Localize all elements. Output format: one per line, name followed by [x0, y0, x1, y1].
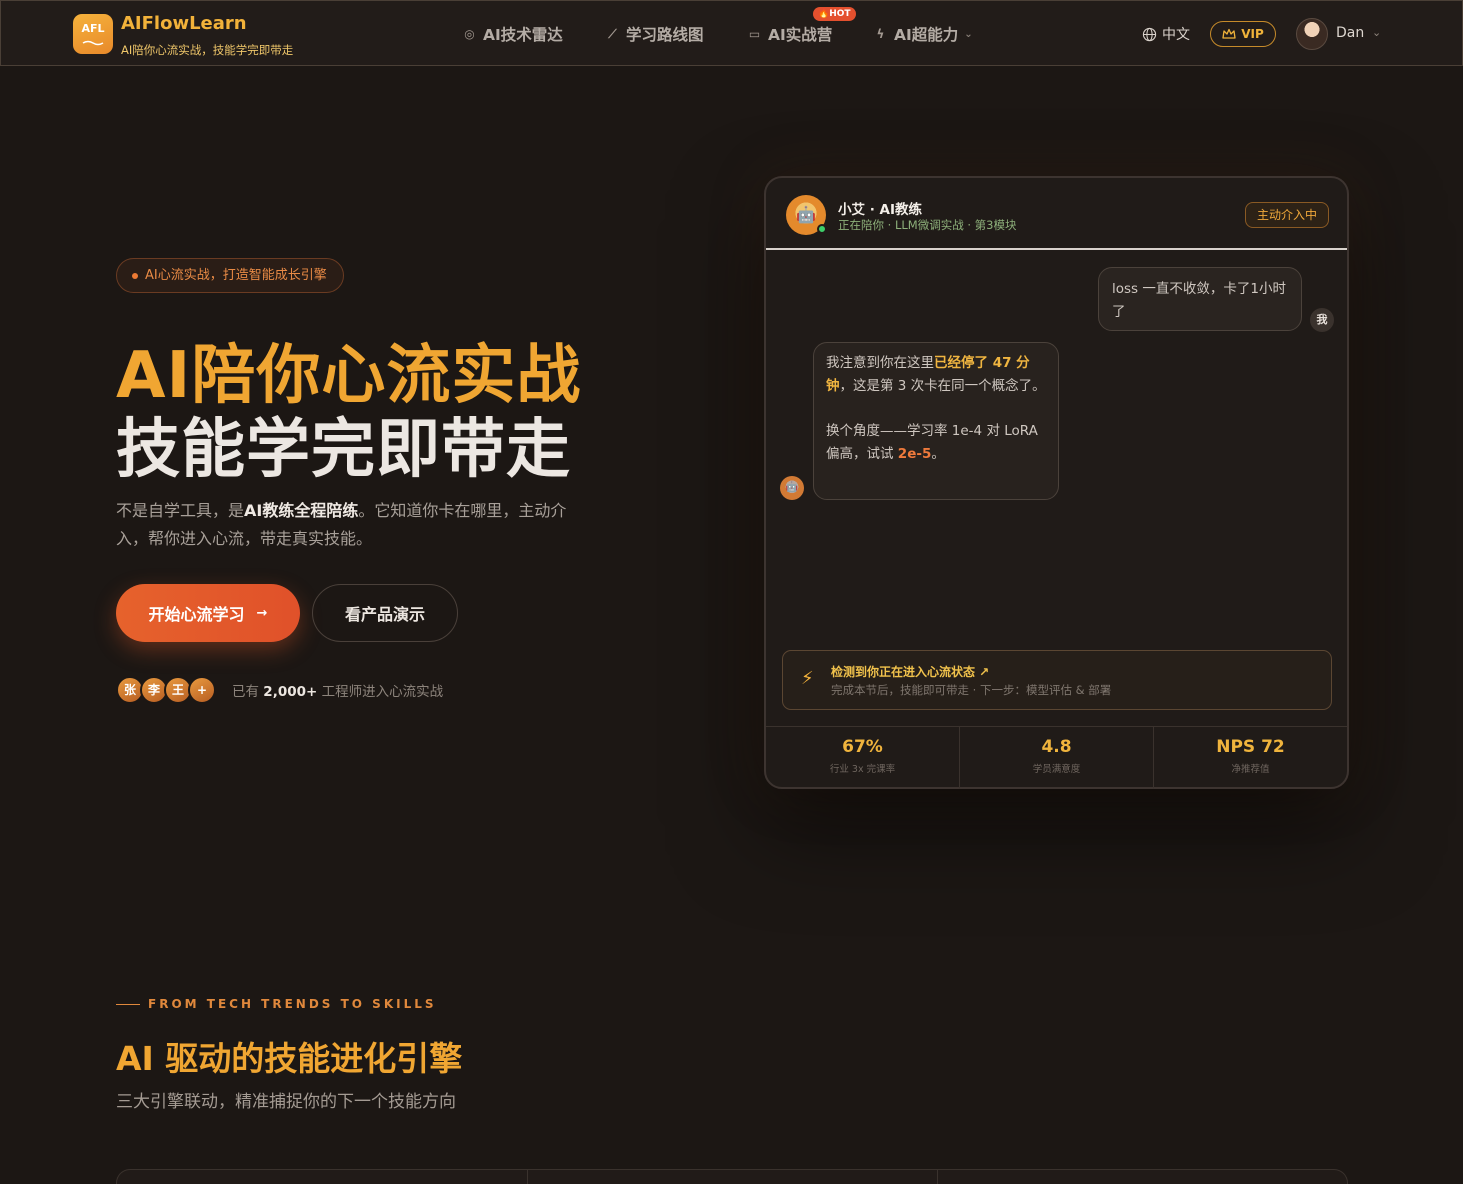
- flow-notice-title: 检测到你正在进入心流状态 ↗: [831, 665, 990, 679]
- logo-wave-icon: [82, 40, 104, 46]
- card-divider: [937, 1170, 938, 1184]
- nav-item-label: 学习路线图: [626, 26, 704, 44]
- online-status-dot: [817, 224, 827, 234]
- bot-msg-text: 。: [931, 446, 945, 462]
- product-demo-button[interactable]: 看产品演示: [312, 584, 458, 642]
- eyebrow-text: FROM TECH TRENDS TO SKILLS: [148, 997, 437, 1011]
- brand-logo[interactable]: AFL: [73, 14, 113, 54]
- hero-description: 不是自学工具，是AI教练全程陪练。它知道你卡在哪里，主动介入，帮你进入心流，带走…: [116, 497, 576, 553]
- flow-notice-subtitle: 完成本节后，技能即可带走 · 下一步：模型评估 & 部署: [831, 683, 1112, 697]
- stats-row: 67% 行业 3x 完课率 4.8 学员满意度 NPS 72 净推荐值: [766, 726, 1347, 789]
- bot-status: 正在陪你 · LLM微调实战 · 第3模块: [838, 218, 1017, 232]
- nav-item-label: AI实战营: [768, 26, 833, 44]
- nav-item-label: AI超能力: [894, 26, 959, 44]
- brand-name[interactable]: AIFlowLearn: [121, 13, 247, 34]
- stat-label: 学员满意度: [1032, 764, 1081, 775]
- nav-item-tech-radar[interactable]: ◎ AI技术雷达: [462, 23, 563, 45]
- lightning-icon: ϟ: [876, 26, 885, 41]
- engine-cards-container: [116, 1169, 1348, 1184]
- stat-nps: NPS 72 净推荐值: [1154, 727, 1347, 789]
- radar-icon: ◎: [464, 26, 475, 41]
- stairs-icon: ⟋: [608, 26, 617, 41]
- start-learning-label: 开始心流学习: [148, 605, 245, 624]
- bot-msg-text: 我注意到你在这里: [826, 355, 934, 371]
- avatar: +: [188, 676, 216, 704]
- globe-icon: [1142, 27, 1157, 41]
- user-avatar[interactable]: [1296, 18, 1328, 50]
- hero-desc-prefix: 不是自学工具，是: [116, 501, 245, 520]
- top-navigation-bar: AFL AIFlowLearn AI陪你心流实战，技能学完即带走 ◎ AI技术雷…: [0, 0, 1463, 66]
- bot-name: 小艾 · AI教练: [838, 202, 922, 218]
- language-label: 中文: [1162, 27, 1190, 43]
- hero-tagline-pill: AI心流实战，打造智能成长引擎: [116, 258, 344, 293]
- card-divider: [527, 1170, 528, 1184]
- flow-state-notice[interactable]: ⚡ 检测到你正在进入心流状态 ↗ 完成本节后，技能即可带走 · 下一步：模型评估…: [782, 650, 1332, 710]
- status-badge: 主动介入中: [1245, 202, 1330, 228]
- hero-title-line-2: 技能学完即带走: [116, 413, 571, 487]
- stat-label: 行业 3x 完课率: [829, 764, 896, 775]
- section-title: AI 驱动的技能进化引擎: [116, 1039, 463, 1078]
- social-prefix: 已有: [232, 684, 259, 700]
- social-count: 2,000+: [263, 684, 318, 700]
- vip-label: VIP: [1241, 27, 1264, 41]
- hero-desc-bold: AI教练全程陪练: [244, 501, 359, 520]
- chevron-down-icon: ⌄: [964, 28, 973, 40]
- social-suffix: 工程师进入心流实战: [321, 684, 444, 700]
- user-avatar-badge: 我: [1310, 308, 1334, 332]
- nav-item-roadmap[interactable]: ⟋ 学习路线图: [605, 23, 704, 45]
- stat-value: NPS 72: [1216, 737, 1285, 757]
- user-message-bubble: loss 一直不收敛，卡了1小时了: [1098, 267, 1302, 331]
- stat-value: 4.8: [1041, 737, 1072, 757]
- user-name[interactable]: Dan: [1336, 25, 1364, 41]
- bot-message-bubble: 我注意到你在这里已经停了 47 分钟，这是第 3 次卡在同一个概念了。 换个角度…: [813, 342, 1059, 500]
- ai-coach-chat-card: 🤖 小艾 · AI教练 正在陪你 · LLM微调实战 · 第3模块 主动介入中 …: [764, 176, 1349, 789]
- crown-icon: [1222, 28, 1236, 39]
- chat-header: 🤖 小艾 · AI教练 正在陪你 · LLM微调实战 · 第3模块 主动介入中: [766, 178, 1347, 250]
- stat-value: 67%: [842, 737, 883, 757]
- terminal-icon: ▭: [748, 26, 761, 41]
- stat-completion-rate: 67% 行业 3x 完课率: [766, 727, 960, 789]
- eyebrow-divider: [116, 1003, 140, 1005]
- stat-satisfaction: 4.8 学员满意度: [960, 727, 1154, 789]
- section-subtitle: 三大引擎联动，精准捕捉你的下一个技能方向: [116, 1092, 456, 1112]
- nav-item-superpower[interactable]: ϟ AI超能力 ⌄: [873, 23, 973, 45]
- stat-label: 净推荐值: [1231, 764, 1270, 775]
- arrow-right-icon: →: [256, 605, 268, 621]
- chevron-down-icon[interactable]: ⌄: [1372, 26, 1381, 39]
- nav-item-label: AI技术雷达: [483, 26, 563, 44]
- vip-button[interactable]: VIP: [1210, 21, 1276, 47]
- robot-avatar-icon: 🤖: [780, 476, 804, 500]
- bot-msg-text: ，这是第 3 次卡在同一个概念了。: [839, 378, 1046, 394]
- social-proof-text: 已有 2,000+ 工程师进入心流实战: [232, 680, 443, 700]
- hot-badge: 🔥HOT: [813, 7, 856, 21]
- nav-item-bootcamp[interactable]: ▭ AI实战营: [747, 23, 832, 45]
- start-learning-button[interactable]: 开始心流学习 →: [116, 584, 300, 642]
- language-switcher[interactable]: 中文: [1142, 24, 1190, 44]
- section-eyebrow: FROM TECH TRENDS TO SKILLS: [116, 997, 437, 1011]
- bot-msg-highlight: 2e-5: [897, 446, 932, 462]
- logo-text: AFL: [81, 22, 105, 35]
- brand-slogan: AI陪你心流实战，技能学完即带走: [121, 43, 294, 57]
- lightning-icon: ⚡: [801, 668, 814, 689]
